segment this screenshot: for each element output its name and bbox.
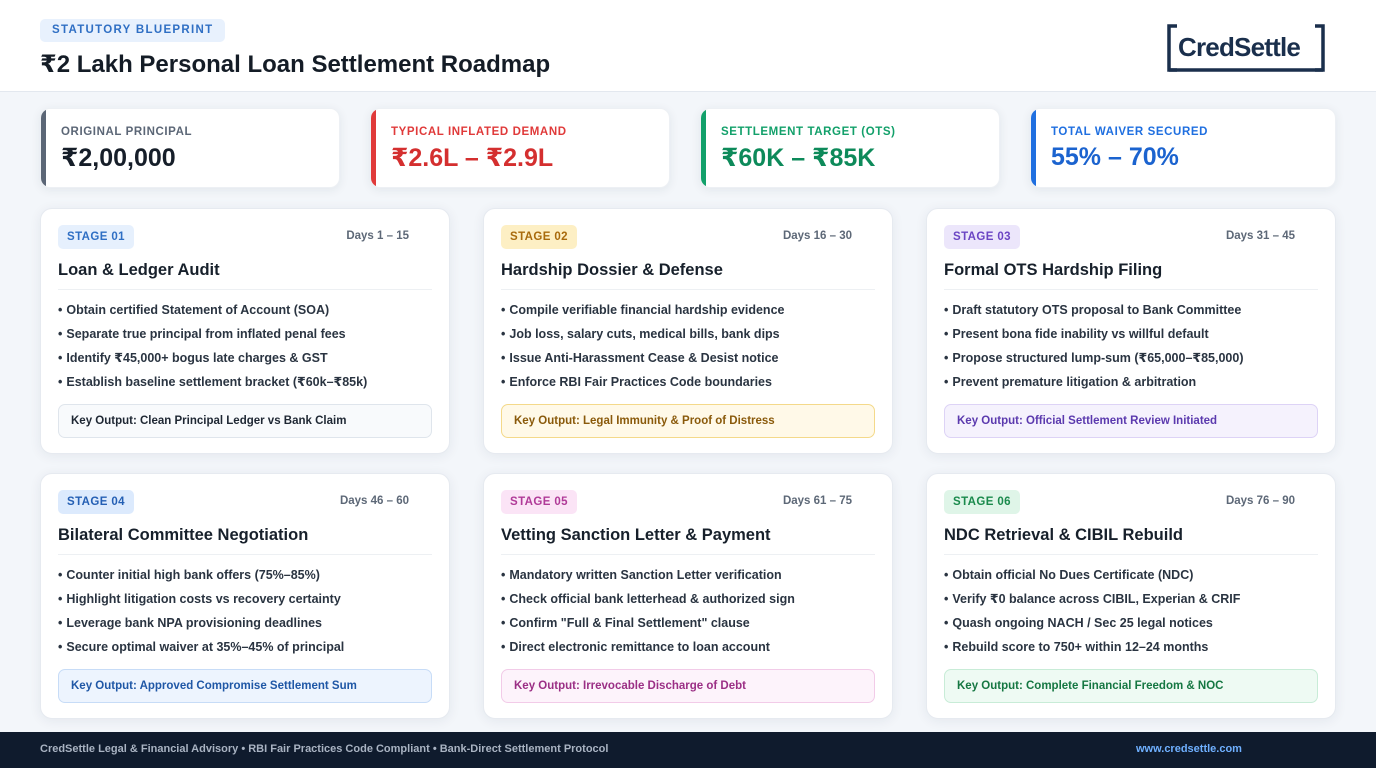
list-item: Highlight litigation costs vs recovery c… bbox=[58, 587, 344, 611]
divider bbox=[944, 289, 1318, 290]
stage-days: Days 61 – 75 bbox=[782, 495, 852, 507]
list-item: Establish baseline settlement bracket (₹… bbox=[58, 370, 367, 394]
list-item: Identify ₹45,000+ bogus late charges & G… bbox=[58, 346, 367, 370]
list-item: Present bona fide inability vs willful d… bbox=[944, 322, 1244, 346]
stage-bullet-list: Obtain official No Dues Certificate (NDC… bbox=[944, 563, 1240, 659]
list-item: Leverage bank NPA provisioning deadlines bbox=[58, 611, 344, 635]
stage-bullet-list: Compile verifiable financial hardship ev… bbox=[501, 298, 784, 394]
key-output-box: Key Output: Complete Financial Freedom &… bbox=[944, 669, 1318, 703]
list-item: Obtain certified Statement of Account (S… bbox=[58, 298, 367, 322]
website-link[interactable]: www.credsettle.com bbox=[1136, 743, 1242, 755]
stage-card-04: STAGE 04 Days 46 – 60 Bilateral Committe… bbox=[40, 473, 450, 719]
stat-label: TOTAL WAIVER SECURED bbox=[1051, 126, 1209, 138]
list-item: Quash ongoing NACH / Sec 25 legal notice… bbox=[944, 611, 1240, 635]
list-item: Obtain official No Dues Certificate (NDC… bbox=[944, 563, 1240, 587]
stage-card-06: STAGE 06 Days 76 – 90 NDC Retrieval & CI… bbox=[926, 473, 1336, 719]
list-item: Counter initial high bank offers (75%–85… bbox=[58, 563, 344, 587]
credsettle-logo[interactable]: CredSettle bbox=[1167, 24, 1325, 72]
stage-card-01: STAGE 01 Days 1 – 15 Loan & Ledger Audit… bbox=[40, 208, 450, 454]
divider bbox=[944, 554, 1318, 555]
stage-title: Loan & Ledger Audit bbox=[58, 261, 220, 279]
stage-badge: STAGE 05 bbox=[501, 490, 577, 514]
stat-value: ₹60K – ₹85K bbox=[721, 144, 876, 172]
stat-value: ₹2.6L – ₹2.9L bbox=[391, 144, 554, 172]
stage-bullet-list: Draft statutory OTS proposal to Bank Com… bbox=[944, 298, 1244, 394]
list-item: Confirm "Full & Final Settlement" clause bbox=[501, 611, 795, 635]
stage-days: Days 31 – 45 bbox=[1225, 230, 1295, 242]
stage-days: Days 16 – 30 bbox=[782, 230, 852, 242]
list-item: Separate true principal from inflated pe… bbox=[58, 322, 367, 346]
footer-text: CredSettle Legal & Financial Advisory • … bbox=[40, 743, 609, 755]
divider bbox=[501, 289, 875, 290]
logo-text: CredSettle bbox=[1178, 32, 1301, 62]
key-output-box: Key Output: Legal Immunity & Proof of Di… bbox=[501, 404, 875, 438]
divider bbox=[58, 289, 432, 290]
list-item: Job loss, salary cuts, medical bills, ba… bbox=[501, 322, 784, 346]
list-item: Check official bank letterhead & authori… bbox=[501, 587, 794, 611]
stat-value: 55% – 70% bbox=[1051, 143, 1179, 171]
divider bbox=[58, 554, 432, 555]
key-output-box: Key Output: Irrevocable Discharge of Deb… bbox=[501, 669, 875, 703]
list-item: Secure optimal waiver at 35%–45% of prin… bbox=[58, 635, 344, 659]
list-item: Compile verifiable financial hardship ev… bbox=[501, 298, 784, 322]
stat-accent-bar bbox=[371, 109, 376, 187]
stat-label: ORIGINAL PRINCIPAL bbox=[61, 126, 193, 138]
list-item: Enforce RBI Fair Practices Code boundari… bbox=[501, 370, 784, 394]
stat-accent-bar bbox=[1031, 109, 1036, 187]
stage-card-03: STAGE 03 Days 31 – 45 Formal OTS Hardshi… bbox=[926, 208, 1336, 454]
stat-value: ₹2,00,000 bbox=[61, 144, 176, 172]
stage-badge: STAGE 03 bbox=[944, 225, 1020, 249]
stage-days: Days 1 – 15 bbox=[346, 230, 409, 242]
stage-title: Vetting Sanction Letter & Payment bbox=[501, 526, 771, 544]
stage-badge: STAGE 04 bbox=[58, 490, 134, 514]
stage-title: NDC Retrieval & CIBIL Rebuild bbox=[944, 526, 1183, 544]
stage-days: Days 46 – 60 bbox=[339, 495, 409, 507]
divider bbox=[501, 554, 875, 555]
list-item: Draft statutory OTS proposal to Bank Com… bbox=[944, 298, 1244, 322]
list-item: Direct electronic remittance to loan acc… bbox=[501, 635, 795, 659]
list-item: Prevent premature litigation & arbitrati… bbox=[944, 370, 1244, 394]
page-footer: CredSettle Legal & Financial Advisory • … bbox=[0, 732, 1376, 768]
stage-title: Bilateral Committee Negotiation bbox=[58, 526, 309, 544]
stat-label: SETTLEMENT TARGET (OTS) bbox=[721, 126, 896, 138]
stat-card-total-waiver: TOTAL WAIVER SECURED 55% – 70% bbox=[1030, 108, 1336, 188]
stage-bullet-list: Obtain certified Statement of Account (S… bbox=[58, 298, 367, 394]
stat-accent-bar bbox=[41, 109, 46, 187]
stage-title: Hardship Dossier & Defense bbox=[501, 261, 723, 279]
stage-bullet-list: Counter initial high bank offers (75%–85… bbox=[58, 563, 344, 659]
list-item: Rebuild score to 750+ within 12–24 month… bbox=[944, 635, 1240, 659]
page-title: ₹2 Lakh Personal Loan Settlement Roadmap bbox=[40, 51, 551, 78]
key-output-box: Key Output: Approved Compromise Settleme… bbox=[58, 669, 432, 703]
stage-bullet-list: Mandatory written Sanction Letter verifi… bbox=[501, 563, 795, 659]
list-item: Issue Anti-Harassment Cease & Desist not… bbox=[501, 346, 784, 370]
stage-card-02: STAGE 02 Days 16 – 30 Hardship Dossier &… bbox=[483, 208, 893, 454]
stat-card-inflated-demand: TYPICAL INFLATED DEMAND ₹2.6L – ₹2.9L bbox=[370, 108, 670, 188]
eyebrow-tag: STATUTORY BLUEPRINT bbox=[40, 19, 226, 42]
stage-badge: STAGE 02 bbox=[501, 225, 577, 249]
list-item: Mandatory written Sanction Letter verifi… bbox=[501, 563, 795, 587]
list-item: Propose structured lump-sum (₹65,000–₹85… bbox=[944, 346, 1243, 370]
page-header: STATUTORY BLUEPRINT ₹2 Lakh Personal Loa… bbox=[0, 0, 1376, 92]
stat-label: TYPICAL INFLATED DEMAND bbox=[391, 126, 567, 138]
list-item: Verify ₹0 balance across CIBIL, Experian… bbox=[944, 587, 1240, 611]
key-output-box: Key Output: Clean Principal Ledger vs Ba… bbox=[58, 404, 432, 438]
stage-title: Formal OTS Hardship Filing bbox=[944, 261, 1163, 279]
stat-card-original-principal: ORIGINAL PRINCIPAL ₹2,00,000 bbox=[40, 108, 340, 188]
stat-accent-bar bbox=[701, 109, 706, 187]
stage-badge: STAGE 06 bbox=[944, 490, 1020, 514]
stage-days: Days 76 – 90 bbox=[1225, 495, 1295, 507]
stage-card-05: STAGE 05 Days 61 – 75 Vetting Sanction L… bbox=[483, 473, 893, 719]
stage-badge: STAGE 01 bbox=[58, 225, 134, 249]
stat-card-settlement-target: SETTLEMENT TARGET (OTS) ₹60K – ₹85K bbox=[700, 108, 1000, 188]
key-output-box: Key Output: Official Settlement Review I… bbox=[944, 404, 1318, 438]
